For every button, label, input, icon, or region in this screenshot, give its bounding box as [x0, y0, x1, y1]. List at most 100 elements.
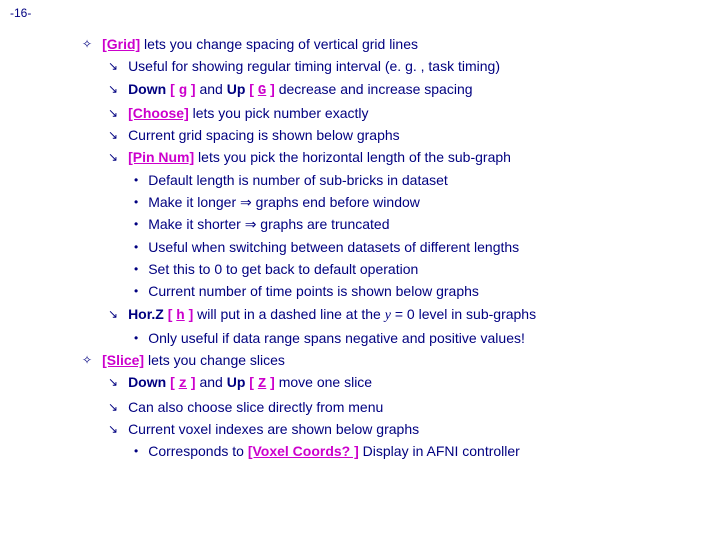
line-15: ↘ Down [ z ] and Up [ Z ] move one slice [108, 372, 700, 394]
seg: = 0 level in sub-graphs [391, 306, 536, 322]
line-10: • Set this to 0 to get back to default op… [134, 259, 700, 279]
seg: graphs end before window [252, 194, 420, 210]
line-text: [Pin Num] lets you pick the horizontal l… [128, 147, 700, 167]
seg: ] [187, 374, 196, 390]
seg: h [176, 308, 184, 324]
line-text: Hor.Z [ h ] will put in a dashed line at… [128, 304, 700, 326]
seg: ] [185, 306, 194, 322]
arrow-bullet: ↘ [108, 56, 118, 76]
arrow-bullet: ↘ [108, 103, 118, 123]
slide-body: ✧ [Grid] lets you change spacing of verti… [82, 34, 700, 464]
arrow-bullet: ↘ [108, 79, 118, 99]
seg: ] [266, 374, 275, 390]
line-3: ↘ [Choose] lets you pick number exactly [108, 103, 700, 123]
line-12: ↘ Hor.Z [ h ] will put in a dashed line a… [108, 304, 700, 326]
seg: Can also choose slice directly from menu [128, 399, 383, 415]
seg: Set this to 0 to get back to default ope… [148, 261, 418, 277]
line-13: • Only useful if data range spans negativ… [134, 328, 700, 348]
line-text: [Grid] lets you change spacing of vertic… [102, 34, 700, 54]
arrow-bullet: ↘ [108, 419, 118, 439]
seg: [ [170, 81, 179, 97]
line-14: ✧[Slice] lets you change slices [82, 350, 700, 370]
seg: Useful for showing regular timing interv… [128, 58, 500, 74]
arrow-bullet: ↘ [108, 125, 118, 145]
line-text: Down [ g ] and Up [ G ] decrease and inc… [128, 79, 700, 101]
seg: lets you pick number exactly [189, 105, 369, 121]
seg: [Pin Num] [128, 149, 194, 165]
seg: and [196, 81, 227, 97]
line-text: Current voxel indexes are shown below gr… [128, 419, 700, 439]
dot-bullet: • [134, 170, 138, 190]
line-text: Set this to 0 to get back to default ope… [148, 259, 700, 279]
seg: [ [170, 374, 179, 390]
seg: ] [266, 81, 275, 97]
line-text: Useful for showing regular timing interv… [128, 56, 700, 76]
seg: [ [249, 374, 258, 390]
seg: Hor.Z [128, 306, 168, 322]
line-text: Useful when switching between datasets o… [148, 237, 700, 257]
seg: lets you change spacing of vertical grid… [140, 36, 418, 52]
line-4: ↘ Current grid spacing is shown below gra… [108, 125, 700, 145]
seg: ] [187, 81, 196, 97]
dot-bullet: • [134, 259, 138, 279]
seg: will put in a dashed line at the [193, 306, 384, 322]
seg: z [179, 376, 187, 392]
line-text: Current number of time points is shown b… [148, 281, 700, 301]
seg: lets you change slices [144, 352, 285, 368]
arrow-bullet: ↘ [108, 372, 118, 392]
line-11: • Current number of time points is shown … [134, 281, 700, 301]
line-16: ↘ Can also choose slice directly from men… [108, 397, 700, 417]
diamond-bullet: ✧ [82, 34, 92, 54]
seg: Default length is number of sub-bricks i… [148, 172, 448, 188]
seg: [ [168, 306, 177, 322]
line-text: [Choose] lets you pick number exactly [128, 103, 700, 123]
line-17: ↘ Current voxel indexes are shown below g… [108, 419, 700, 439]
dot-bullet: • [134, 441, 138, 461]
seg: Current voxel indexes are shown below gr… [128, 421, 419, 437]
seg: [Slice] [102, 352, 144, 368]
line-8: •Make it shorter ⇒ graphs are truncated [134, 214, 700, 234]
seg: [Voxel Coords? ] [248, 443, 359, 459]
dot-bullet: • [134, 328, 138, 348]
seg: G [258, 83, 266, 99]
seg: Useful when switching between datasets o… [148, 239, 519, 255]
line-text: Only useful if data range spans negative… [148, 328, 700, 348]
arrow-bullet: ↘ [108, 147, 118, 167]
seg: and [196, 374, 227, 390]
line-text: Can also choose slice directly from menu [128, 397, 700, 417]
seg: Current grid spacing is shown below grap… [128, 127, 400, 143]
seg: Down [128, 374, 170, 390]
seg: lets you pick the horizontal length of t… [194, 149, 511, 165]
seg: Down [128, 81, 170, 97]
seg: Corresponds to [148, 443, 248, 459]
seg: Up [227, 81, 250, 97]
seg: g [179, 83, 187, 99]
line-text: Current grid spacing is shown below grap… [128, 125, 700, 145]
line-5: ↘ [Pin Num] lets you pick the horizontal … [108, 147, 700, 167]
line-1: ↘ Useful for showing regular timing inter… [108, 56, 700, 76]
seg: graphs are truncated [256, 216, 389, 232]
line-text: [Slice] lets you change slices [102, 350, 700, 370]
seg: [ [249, 81, 258, 97]
line-9: •Useful when switching between datasets … [134, 237, 700, 257]
seg: Z [258, 376, 266, 392]
seg: move one slice [275, 374, 372, 390]
seg: [Choose] [128, 105, 189, 121]
arrow-bullet: ↘ [108, 397, 118, 417]
line-text: Down [ z ] and Up [ Z ] move one slice [128, 372, 700, 394]
seg: [Grid] [102, 36, 140, 52]
seg: Current number of time points is shown b… [148, 283, 479, 299]
seg: Make it longer [148, 194, 240, 210]
line-6: • Default length is number of sub-bricks … [134, 170, 700, 190]
arrow-bullet: ↘ [108, 304, 118, 324]
line-7: •Make it longer ⇒ graphs end before wind… [134, 192, 700, 212]
seg: ⇒ [240, 194, 252, 210]
line-18: •Corresponds to [Voxel Coords? ] Display… [134, 441, 700, 461]
line-text: Make it shorter ⇒ graphs are truncated [148, 214, 700, 234]
page-number: -16- [10, 6, 31, 20]
seg: Make it shorter [148, 216, 244, 232]
seg: Only useful if data range spans negative… [148, 330, 525, 346]
dot-bullet: • [134, 281, 138, 301]
seg: decrease and increase spacing [275, 81, 473, 97]
line-text: Make it longer ⇒ graphs end before windo… [148, 192, 700, 212]
